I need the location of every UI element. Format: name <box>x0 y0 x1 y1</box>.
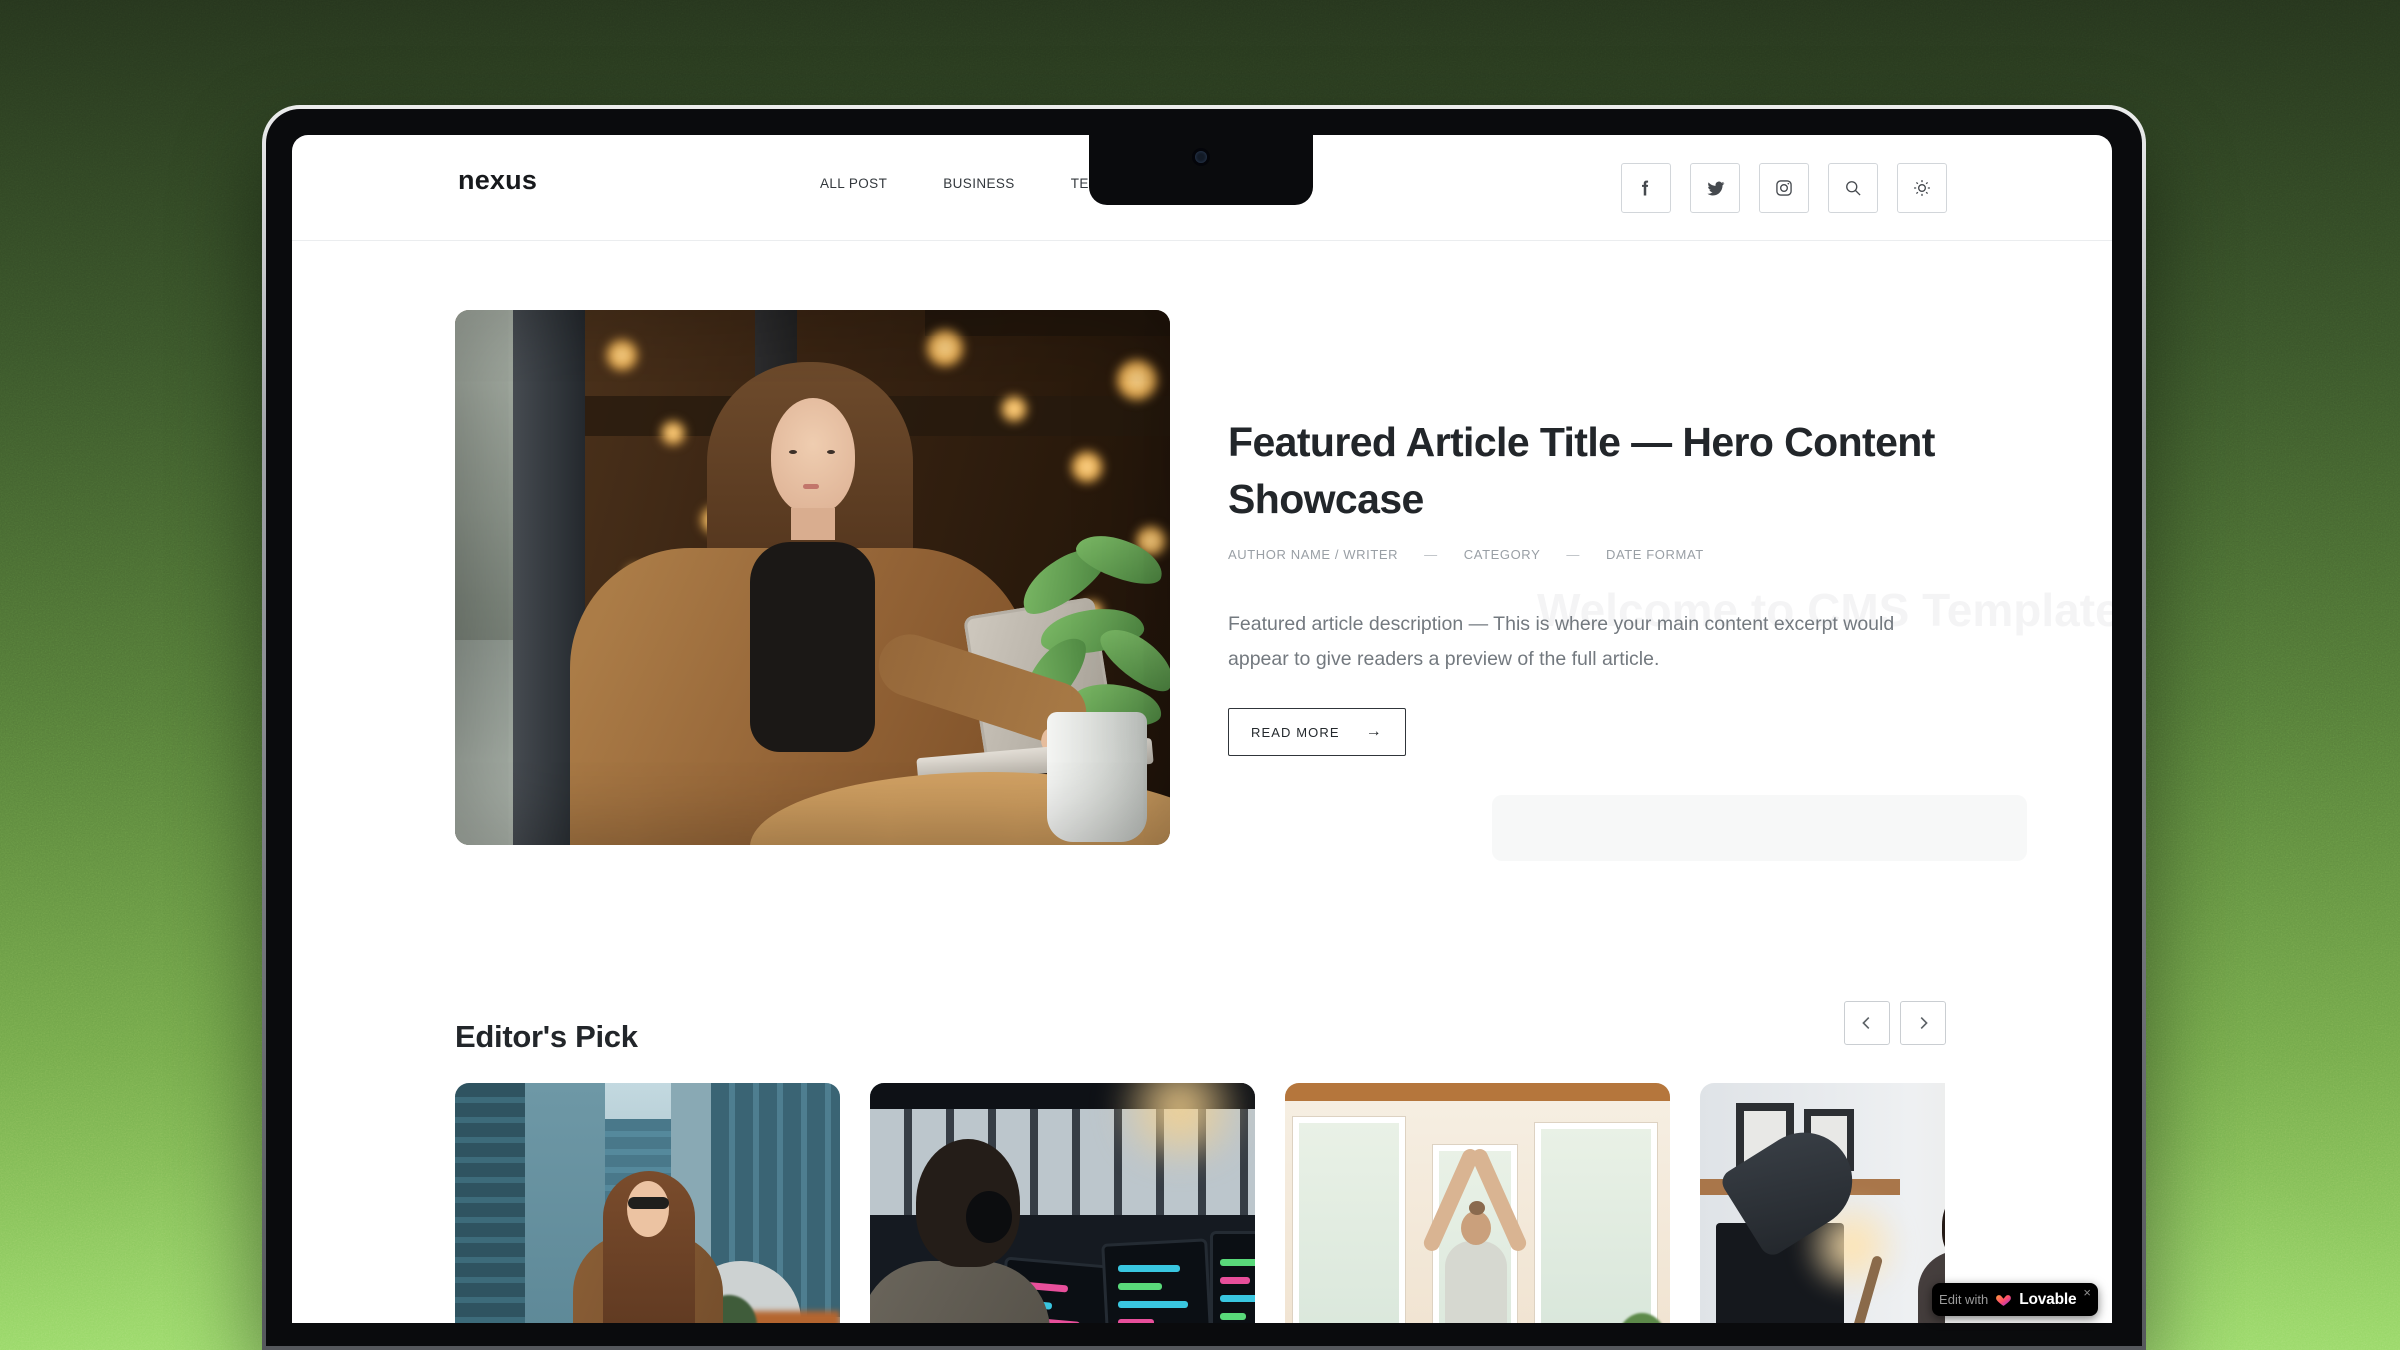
arrow-right-icon: → <box>1366 723 1383 741</box>
sun-icon <box>1912 178 1932 198</box>
nav-business[interactable]: BUSINESS <box>943 176 1014 191</box>
chevron-right-icon <box>1914 1014 1932 1032</box>
twitter-button[interactable] <box>1690 163 1740 213</box>
date-label: DATE FORMAT <box>1606 547 1704 562</box>
editor-pick-card-office[interactable] <box>1700 1083 1945 1323</box>
editor-pick-card-yoga[interactable] <box>1285 1083 1670 1323</box>
header-icon-row <box>1621 163 1947 213</box>
ghost-watermark-button <box>1492 795 2027 861</box>
featured-article-description: Featured article description — This is w… <box>1228 607 1933 677</box>
editors-pick-heading: Editor's Pick <box>455 1019 638 1055</box>
search-icon <box>1843 178 1863 198</box>
badge-close-icon[interactable]: × <box>2083 1285 2091 1300</box>
featured-article-title: Featured Article Title — Hero Content Sh… <box>1228 414 1948 528</box>
carousel-controls <box>1844 1001 1946 1045</box>
meta-separator: — <box>1424 547 1438 562</box>
laptop-bezel: nexus ALL POST BUSINESS TECHNOLOGY PODCA… <box>266 109 2142 1346</box>
badge-brand: Lovable <box>2019 1291 2076 1309</box>
instagram-icon <box>1774 178 1794 198</box>
carousel-next-button[interactable] <box>1900 1001 1946 1045</box>
carousel-prev-button[interactable] <box>1844 1001 1890 1045</box>
editors-pick-carousel <box>455 1083 1945 1323</box>
nav-all-post[interactable]: ALL POST <box>820 176 887 191</box>
meta-separator: — <box>1566 547 1580 562</box>
laptop-mockup: nexus ALL POST BUSINESS TECHNOLOGY PODCA… <box>262 105 2146 1350</box>
chevron-left-icon <box>1858 1014 1876 1032</box>
author-name: AUTHOR NAME / WRITER <box>1228 547 1398 562</box>
search-button[interactable] <box>1828 163 1878 213</box>
lovable-edit-badge[interactable]: Edit with Lovable × <box>1932 1283 2098 1316</box>
badge-prefix: Edit with <box>1939 1292 1988 1307</box>
webcam-dot <box>1195 151 1207 163</box>
editor-pick-card-city[interactable] <box>455 1083 840 1323</box>
hero-image[interactable] <box>455 310 1170 845</box>
header-divider <box>292 240 2112 241</box>
instagram-button[interactable] <box>1759 163 1809 213</box>
browser-screen: nexus ALL POST BUSINESS TECHNOLOGY PODCA… <box>292 135 2112 1323</box>
category-label: CATEGORY <box>1464 547 1541 562</box>
read-more-label: READ MORE <box>1251 725 1340 740</box>
lovable-heart-icon <box>1995 1291 2012 1308</box>
featured-article-meta: AUTHOR NAME / WRITER — CATEGORY — DATE F… <box>1228 547 1704 562</box>
laptop-notch <box>1089 135 1313 205</box>
desktop-background: nexus ALL POST BUSINESS TECHNOLOGY PODCA… <box>0 0 2400 1350</box>
theme-toggle-button[interactable] <box>1897 163 1947 213</box>
site-logo[interactable]: nexus <box>458 165 537 196</box>
facebook-button[interactable] <box>1621 163 1671 213</box>
read-more-button[interactable]: READ MORE → <box>1228 708 1406 756</box>
editor-pick-card-developer[interactable] <box>870 1083 1255 1323</box>
twitter-icon <box>1705 178 1726 199</box>
facebook-icon <box>1636 178 1656 198</box>
